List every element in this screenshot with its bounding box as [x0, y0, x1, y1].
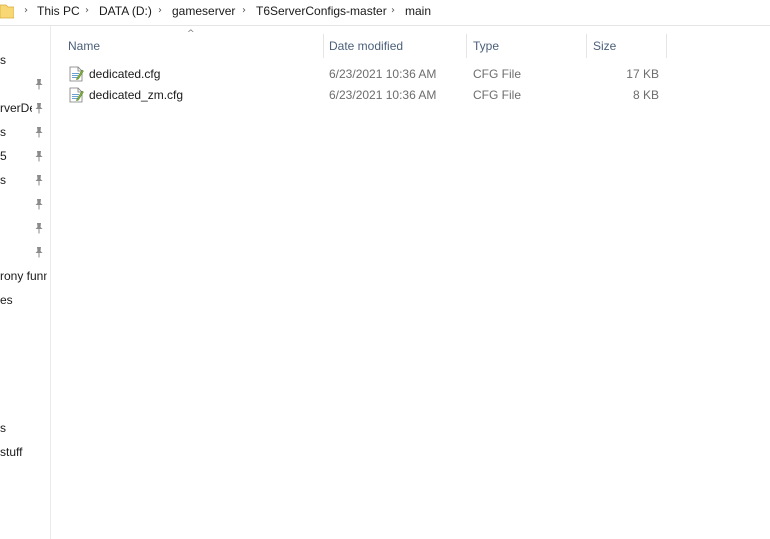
nav-item-label: es	[0, 293, 13, 307]
nav-item[interactable]: s	[0, 123, 50, 143]
breadcrumb-chevron-icon[interactable]: ›	[24, 5, 28, 16]
column-header-type[interactable]: Type	[473, 39, 499, 59]
file-row[interactable]: dedicated_zm.cfg 6/23/2021 10:36 AM CFG …	[65, 85, 665, 106]
nav-item[interactable]: rverDefa	[0, 99, 50, 119]
column-header-name[interactable]: Name	[68, 39, 100, 59]
breadcrumb-chevron-icon[interactable]: ›	[85, 5, 89, 16]
pin-icon[interactable]	[34, 246, 44, 258]
breadcrumb-chevron-icon[interactable]: ›	[158, 5, 162, 16]
sort-ascending-icon: ^	[187, 29, 195, 39]
pin-icon[interactable]	[34, 102, 44, 114]
column-divider[interactable]	[586, 34, 587, 58]
file-size: 8 KB	[632, 88, 659, 102]
address-bar[interactable]: › This PC › DATA (D:) › gameserver › T6S…	[0, 0, 770, 26]
pin-icon[interactable]	[34, 78, 44, 90]
breadcrumb-item-t6serverconfigs-master[interactable]: T6ServerConfigs-master	[256, 4, 387, 18]
breadcrumb-item-gameserver[interactable]: gameserver	[172, 4, 235, 18]
pin-icon[interactable]	[34, 174, 44, 186]
column-divider[interactable]	[323, 34, 324, 58]
breadcrumb-item-main[interactable]: main	[405, 4, 431, 18]
nav-item-label: s	[0, 421, 6, 435]
column-header-date-modified[interactable]: Date modified	[329, 39, 403, 59]
file-date-modified: 6/23/2021 10:36 AM	[329, 88, 437, 102]
breadcrumb-item-data-drive[interactable]: DATA (D:)	[99, 4, 152, 18]
file-name: dedicated_zm.cfg	[89, 88, 184, 102]
nav-item[interactable]: s	[0, 171, 50, 191]
pin-icon[interactable]	[34, 198, 44, 210]
folder-icon	[0, 4, 14, 19]
breadcrumb-chevron-icon[interactable]: ›	[391, 5, 395, 16]
nav-item[interactable]: rony funn	[0, 267, 50, 287]
column-divider[interactable]	[466, 34, 467, 58]
nav-item-label: s	[0, 53, 6, 67]
pin-icon[interactable]	[34, 150, 44, 162]
nav-item[interactable]: s	[0, 51, 50, 71]
file-date-modified: 6/23/2021 10:36 AM	[329, 67, 437, 81]
nav-item[interactable]: 5	[0, 147, 50, 167]
file-size: 17 KB	[626, 67, 659, 81]
pin-icon[interactable]	[34, 222, 44, 234]
file-row[interactable]: dedicated.cfg 6/23/2021 10:36 AM CFG Fil…	[65, 64, 665, 85]
file-name: dedicated.cfg	[89, 67, 161, 81]
cfg-file-icon	[69, 66, 84, 82]
navigation-pane[interactable]: s rverDefa s 5 s	[0, 26, 51, 539]
nav-item[interactable]	[0, 243, 50, 263]
cfg-file-icon	[69, 87, 84, 103]
nav-item[interactable]: es	[0, 291, 50, 311]
file-type: CFG File	[473, 88, 521, 102]
nav-item[interactable]	[0, 195, 50, 215]
file-list[interactable]: ^ Name Date modified Type Size dedicated…	[51, 26, 770, 539]
nav-item-label: rony funn	[0, 269, 47, 283]
column-divider[interactable]	[666, 34, 667, 58]
breadcrumb-chevron-icon[interactable]: ›	[242, 5, 246, 16]
file-type: CFG File	[473, 67, 521, 81]
column-header-size[interactable]: Size	[593, 39, 616, 59]
nav-item[interactable]: stuff	[0, 443, 50, 463]
breadcrumb-item-this-pc[interactable]: This PC	[37, 4, 80, 18]
nav-item[interactable]	[0, 219, 50, 239]
nav-item[interactable]	[0, 75, 50, 95]
nav-item-label: stuff	[0, 445, 23, 459]
pin-icon[interactable]	[34, 126, 44, 138]
nav-item-label: rverDefa	[0, 101, 32, 115]
nav-item[interactable]: s	[0, 419, 50, 439]
